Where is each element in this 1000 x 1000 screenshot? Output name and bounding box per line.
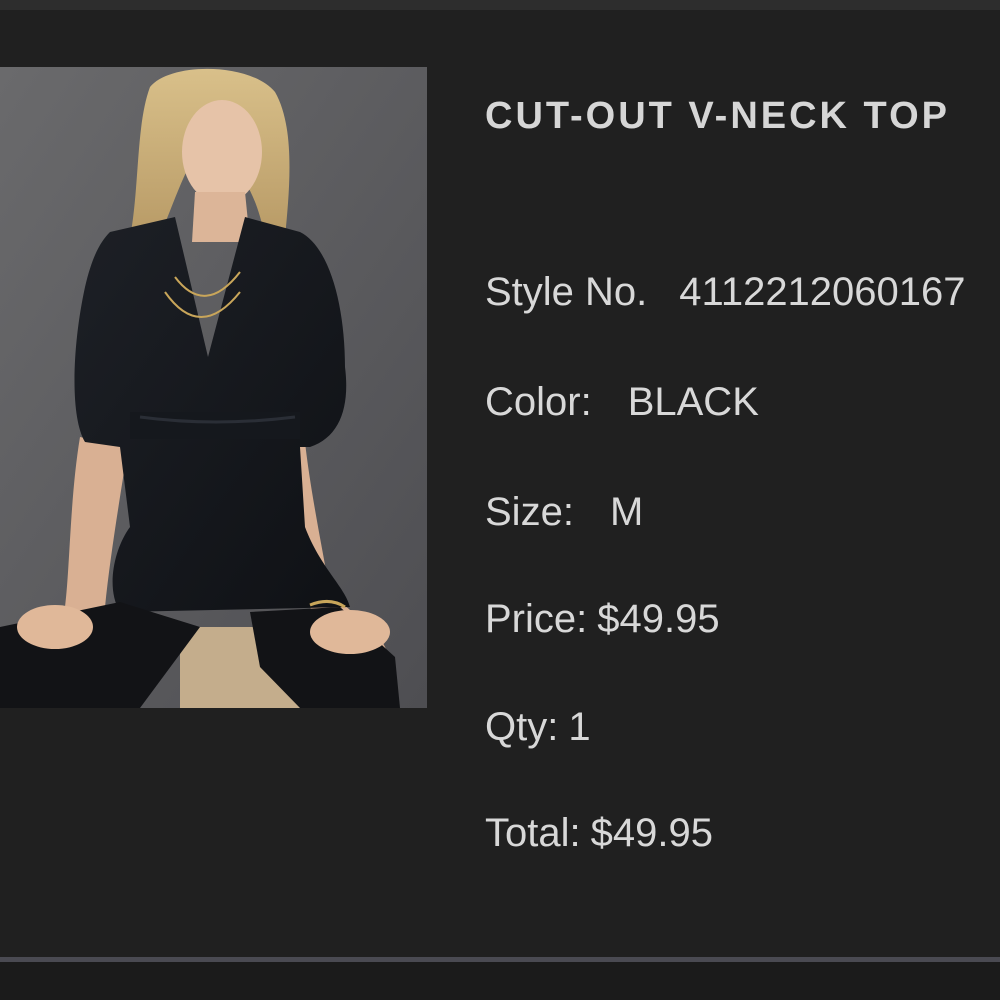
product-image[interactable]	[0, 67, 427, 708]
color-row: Color: BLACK	[485, 380, 759, 425]
product-photo-illustration	[0, 67, 427, 708]
quantity-row: Qty: 1	[485, 705, 591, 750]
price-row: Price: $49.95	[485, 597, 720, 642]
style-number-label: Style No.	[485, 270, 648, 314]
total-value: $49.95	[590, 811, 713, 855]
color-label: Color:	[485, 380, 592, 424]
bottom-bar	[0, 962, 1000, 1000]
style-number-row: Style No. 4112212060167	[485, 270, 966, 315]
quantity-label: Qty:	[485, 705, 559, 749]
size-row: Size: M	[485, 490, 643, 535]
style-number-value: 4112212060167	[679, 270, 966, 314]
quantity-value: 1	[568, 705, 591, 749]
color-value: BLACK	[627, 380, 759, 424]
size-label: Size:	[485, 490, 574, 534]
total-label: Total:	[485, 811, 581, 855]
total-row: Total: $49.95	[485, 811, 713, 856]
price-value: $49.95	[597, 597, 720, 641]
price-label: Price:	[485, 597, 588, 641]
product-title: CUT-OUT V-NECK TOP	[485, 95, 950, 137]
product-details: CUT-OUT V-NECK TOP Style No. 411221206016…	[485, 0, 1000, 950]
size-value: M	[609, 490, 644, 534]
